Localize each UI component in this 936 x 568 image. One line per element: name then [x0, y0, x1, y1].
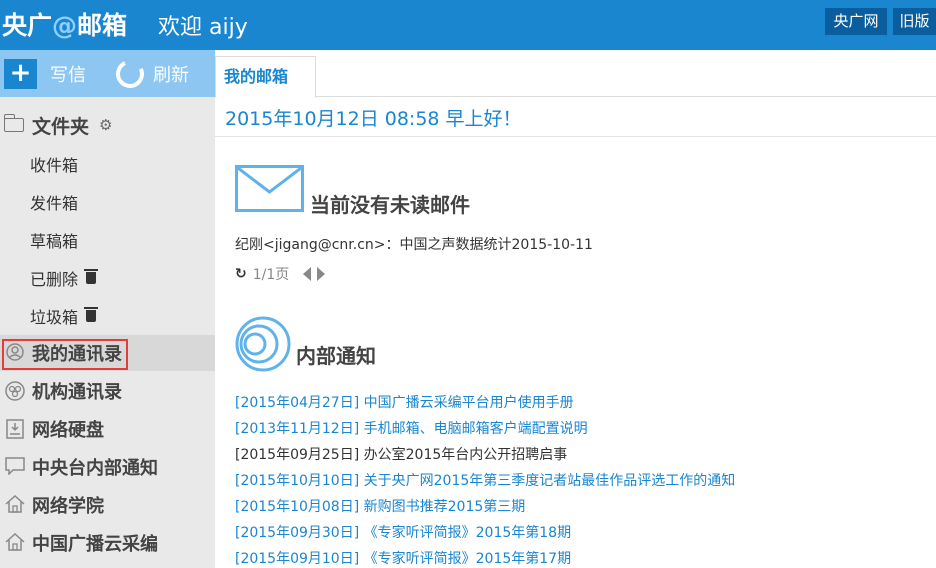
- sidebar-item-org-contacts[interactable]: 机构通讯录: [0, 373, 215, 409]
- house-icon: [5, 532, 25, 553]
- prev-page-icon[interactable]: [303, 267, 312, 281]
- greeting-text: 2015年10月12日 08:58 早上好！: [225, 108, 522, 130]
- welcome-text: 欢迎 aijy: [158, 15, 248, 40]
- sidebar-item-internal-notice[interactable]: 中央台内部通知: [0, 449, 215, 485]
- sidebar-item-label: 草稿箱: [30, 232, 79, 251]
- sidebar-item-inbox[interactable]: 收件箱: [30, 152, 78, 176]
- sidebar-item-cloud-editing[interactable]: 中国广播云采编: [0, 525, 215, 561]
- gear-icon[interactable]: ⚙: [99, 116, 112, 134]
- org-icon: [5, 381, 25, 401]
- sidebar-item-label: 发件箱: [30, 194, 79, 213]
- sidebar-item-deleted[interactable]: 已删除: [30, 266, 99, 290]
- top-header: 央广@邮箱 欢迎 aijy 央广网 旧版: [0, 0, 936, 50]
- mail-pager: ↻ 1/1页: [235, 264, 326, 284]
- sidebar-item-netdisk[interactable]: 网络硬盘: [0, 411, 215, 447]
- sidebar-item-sent[interactable]: 发件箱: [30, 190, 78, 214]
- sidebar-item-academy[interactable]: 网络学院: [0, 487, 215, 523]
- notice-link[interactable]: [2015年09月25日] 办公室2015年台内公开招聘启事: [235, 444, 567, 464]
- next-page-icon[interactable]: [317, 267, 326, 281]
- page-indicator: 1/1页: [252, 267, 290, 283]
- compose-button[interactable]: + 写信: [4, 59, 86, 89]
- sidebar-item-label: 机构通讯录: [32, 382, 122, 403]
- cnr-link-button[interactable]: 央广网: [825, 8, 887, 35]
- selection-highlight: [2, 339, 128, 370]
- sidebar-item-drafts[interactable]: 草稿箱: [30, 228, 78, 252]
- trash-icon[interactable]: [84, 307, 99, 322]
- sidebar-item-label: 已删除: [30, 270, 79, 289]
- tab-bar: 我的邮箱: [215, 50, 936, 98]
- notice-link[interactable]: [2015年10月10日] 关于央广网2015年第三季度记者站最佳作品评选工作的…: [235, 470, 735, 490]
- notice-link[interactable]: [2015年09月10日] 《专家听评简报》2015年第17期: [235, 548, 571, 568]
- sidebar-item-label: 收件箱: [30, 156, 79, 175]
- sidebar-item-label: 网络硬盘: [32, 420, 104, 441]
- folder-title: 文件夹: [32, 115, 90, 138]
- notice-icon: [235, 316, 291, 372]
- old-version-button[interactable]: 旧版: [893, 8, 936, 35]
- unread-status-title: 当前没有未读邮件: [310, 193, 470, 217]
- notice-link[interactable]: [2015年09月30日] 《专家听评简报》2015年第18期: [235, 522, 571, 542]
- chat-icon: [5, 457, 25, 477]
- folder-icon: [3, 114, 24, 132]
- sidebar-item-label: 中央台内部通知: [32, 458, 158, 479]
- envelope-icon: [235, 165, 304, 212]
- sidebar-item-label: 网络学院: [32, 496, 104, 517]
- brand-prefix: 央广: [2, 11, 53, 40]
- sidebar-item-label: 中国广播云采编: [32, 534, 158, 555]
- latest-mail-link[interactable]: 纪刚<jigang@cnr.cn>：中国之声数据统计2015-10-11: [235, 234, 593, 254]
- notice-link[interactable]: [2015年04月27日] 中国广播云采编平台用户使用手册: [235, 392, 574, 412]
- disk-icon: [5, 419, 25, 439]
- divider: [215, 136, 936, 137]
- notice-link[interactable]: [2015年10月08日] 新购图书推荐2015第三期: [235, 496, 525, 516]
- action-bar: + 写信 刷新: [0, 50, 215, 97]
- house-icon: [5, 494, 25, 515]
- sidebar: + 写信 刷新 文件夹 ⚙ 收件箱 发件箱 草稿箱 已删除 垃圾箱 我的通讯录: [0, 50, 215, 568]
- trash-icon[interactable]: [84, 269, 99, 284]
- brand-logo: 央广@邮箱: [2, 6, 127, 42]
- tab-my-mailbox[interactable]: 我的邮箱: [215, 56, 316, 98]
- compose-label: 写信: [50, 65, 86, 86]
- refresh-button[interactable]: 刷新: [112, 56, 189, 92]
- notice-link[interactable]: [2013年11月12日] 手机邮箱、电脑邮箱客户端配置说明: [235, 418, 588, 438]
- sidebar-item-label: 垃圾箱: [30, 308, 79, 327]
- brand-at: @: [52, 11, 78, 40]
- brand-suffix: 邮箱: [77, 11, 128, 40]
- sidebar-item-junk[interactable]: 垃圾箱: [30, 304, 99, 328]
- folder-section-header: 文件夹 ⚙: [0, 112, 112, 138]
- notice-section-title: 内部通知: [296, 344, 376, 368]
- refresh-label: 刷新: [153, 65, 189, 86]
- plus-icon: +: [4, 59, 37, 89]
- reload-icon[interactable]: ↻: [235, 266, 247, 282]
- refresh-icon: [112, 56, 148, 92]
